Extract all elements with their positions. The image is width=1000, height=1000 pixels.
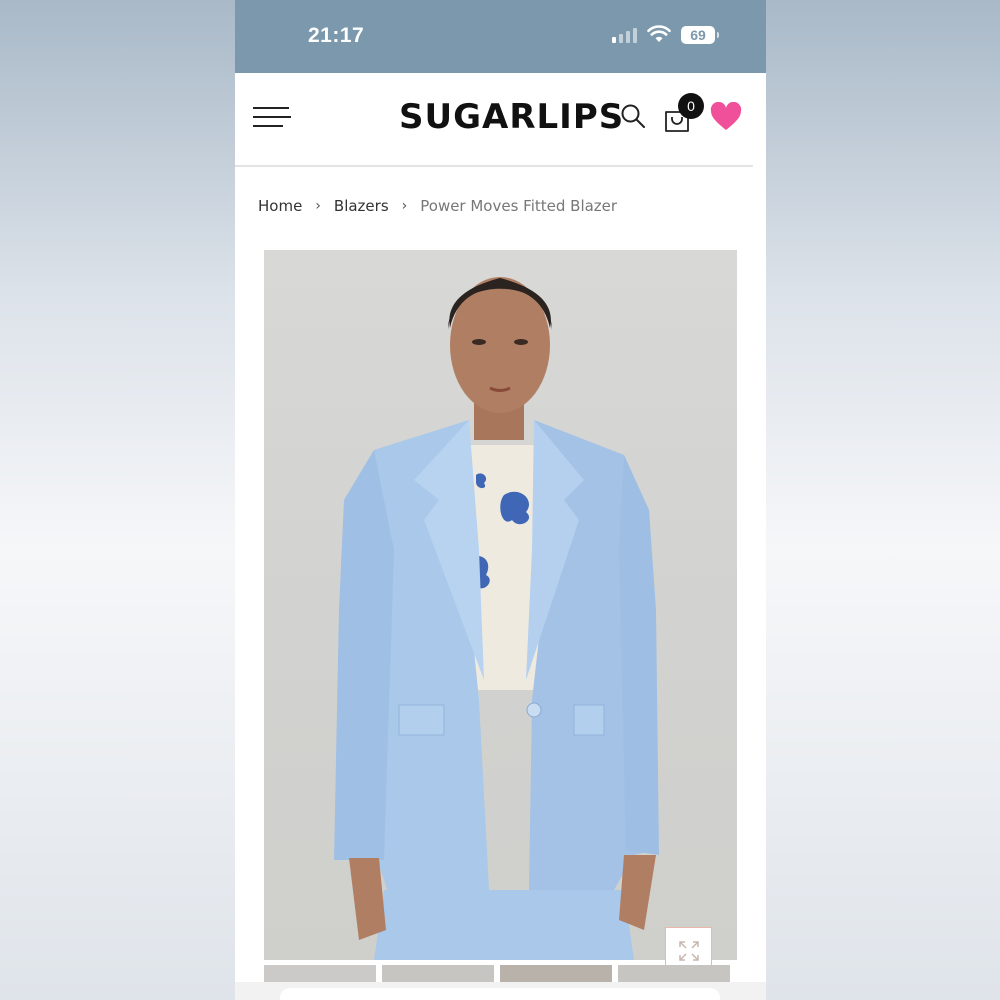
background-blur-right	[766, 0, 1000, 1000]
site-header: SUGARLIPS 0	[235, 73, 753, 167]
breadcrumb: Home › Blazers › Power Moves Fitted Blaz…	[258, 197, 617, 215]
breadcrumb-home[interactable]: Home	[258, 197, 302, 215]
signal-icon	[612, 28, 637, 43]
expand-icon	[678, 940, 699, 961]
address-bar[interactable]	[280, 988, 720, 1000]
background-blur-left	[0, 0, 235, 1000]
status-bar: 21:17 69	[235, 0, 766, 73]
cart-count-badge: 0	[678, 93, 704, 119]
chevron-right-icon: ›	[401, 198, 408, 214]
battery-icon: 69	[681, 26, 719, 44]
status-time: 21:17	[308, 24, 365, 47]
phone-screen: 21:17 69 SUGARLIPS 0 Home › Blazers › Po…	[235, 0, 766, 1000]
brand-logo[interactable]: SUGARLIPS	[399, 97, 624, 137]
breadcrumb-blazers[interactable]: Blazers	[334, 197, 389, 215]
search-icon[interactable]	[620, 103, 646, 129]
chevron-right-icon: ›	[315, 198, 321, 214]
breadcrumb-current: Power Moves Fitted Blazer	[420, 197, 618, 215]
menu-icon[interactable]	[253, 107, 291, 129]
wifi-icon	[647, 25, 671, 42]
battery-level: 69	[690, 27, 706, 43]
heart-icon[interactable]	[710, 102, 742, 132]
browser-bottom-bar	[235, 982, 766, 1000]
model-illustration	[334, 277, 659, 960]
product-photo[interactable]	[264, 250, 737, 960]
